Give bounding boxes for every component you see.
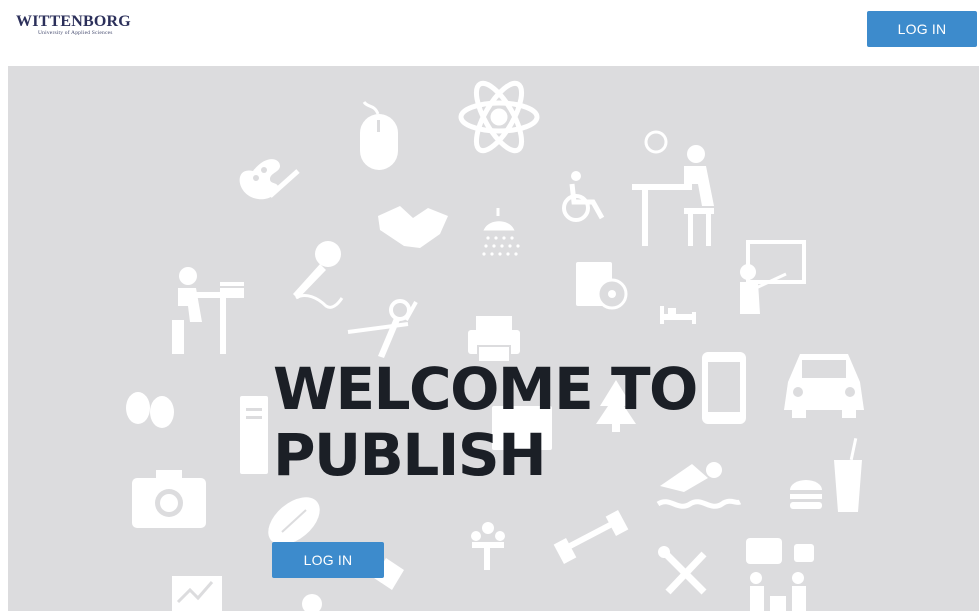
logo-name: WITTENBORG (16, 13, 131, 30)
hero-login-button[interactable]: LOG IN (272, 542, 384, 578)
tools-icon (658, 546, 707, 595)
wittenborg-logo[interactable]: WITTENBORG University of Applied Science… (16, 14, 146, 42)
atom-icon (458, 80, 540, 154)
compass-icon (347, 299, 418, 358)
hero-banner: WELCOME TO PUBLISH LOG IN (8, 66, 979, 611)
student-desk-icon (632, 130, 714, 246)
bed-icon (660, 306, 696, 324)
background-icons (126, 80, 864, 611)
student-reading-icon (172, 267, 244, 354)
meeting-icon (471, 522, 505, 570)
person-icon (302, 594, 322, 611)
handshake-icon (378, 206, 448, 248)
burger-drink-icon (790, 438, 862, 512)
teacher-board-icon (740, 240, 806, 314)
dvd-icon (576, 262, 628, 310)
hero-title: WELCOME TO PUBLISH (273, 356, 793, 488)
car-icon (784, 354, 864, 418)
hero-title-line1: WELCOME TO (273, 355, 698, 423)
hero-title-line2: PUBLISH (273, 421, 547, 489)
computer-tower-icon (240, 396, 268, 474)
palette-icon (239, 159, 300, 200)
header-login-button[interactable]: LOG IN (867, 11, 977, 47)
theater-masks-icon (126, 392, 174, 428)
camera-icon (132, 470, 206, 528)
logo-subtitle: University of Applied Sciences (38, 30, 113, 36)
chart-icon (172, 576, 222, 611)
top-bar: WITTENBORG University of Applied Science… (0, 0, 979, 66)
microphone-icon (293, 241, 344, 309)
dumbbell-icon (553, 510, 629, 564)
chat-group-icon (746, 538, 814, 611)
shower-icon (482, 208, 520, 256)
mouse-icon (360, 101, 398, 170)
wheelchair-icon (562, 171, 605, 222)
